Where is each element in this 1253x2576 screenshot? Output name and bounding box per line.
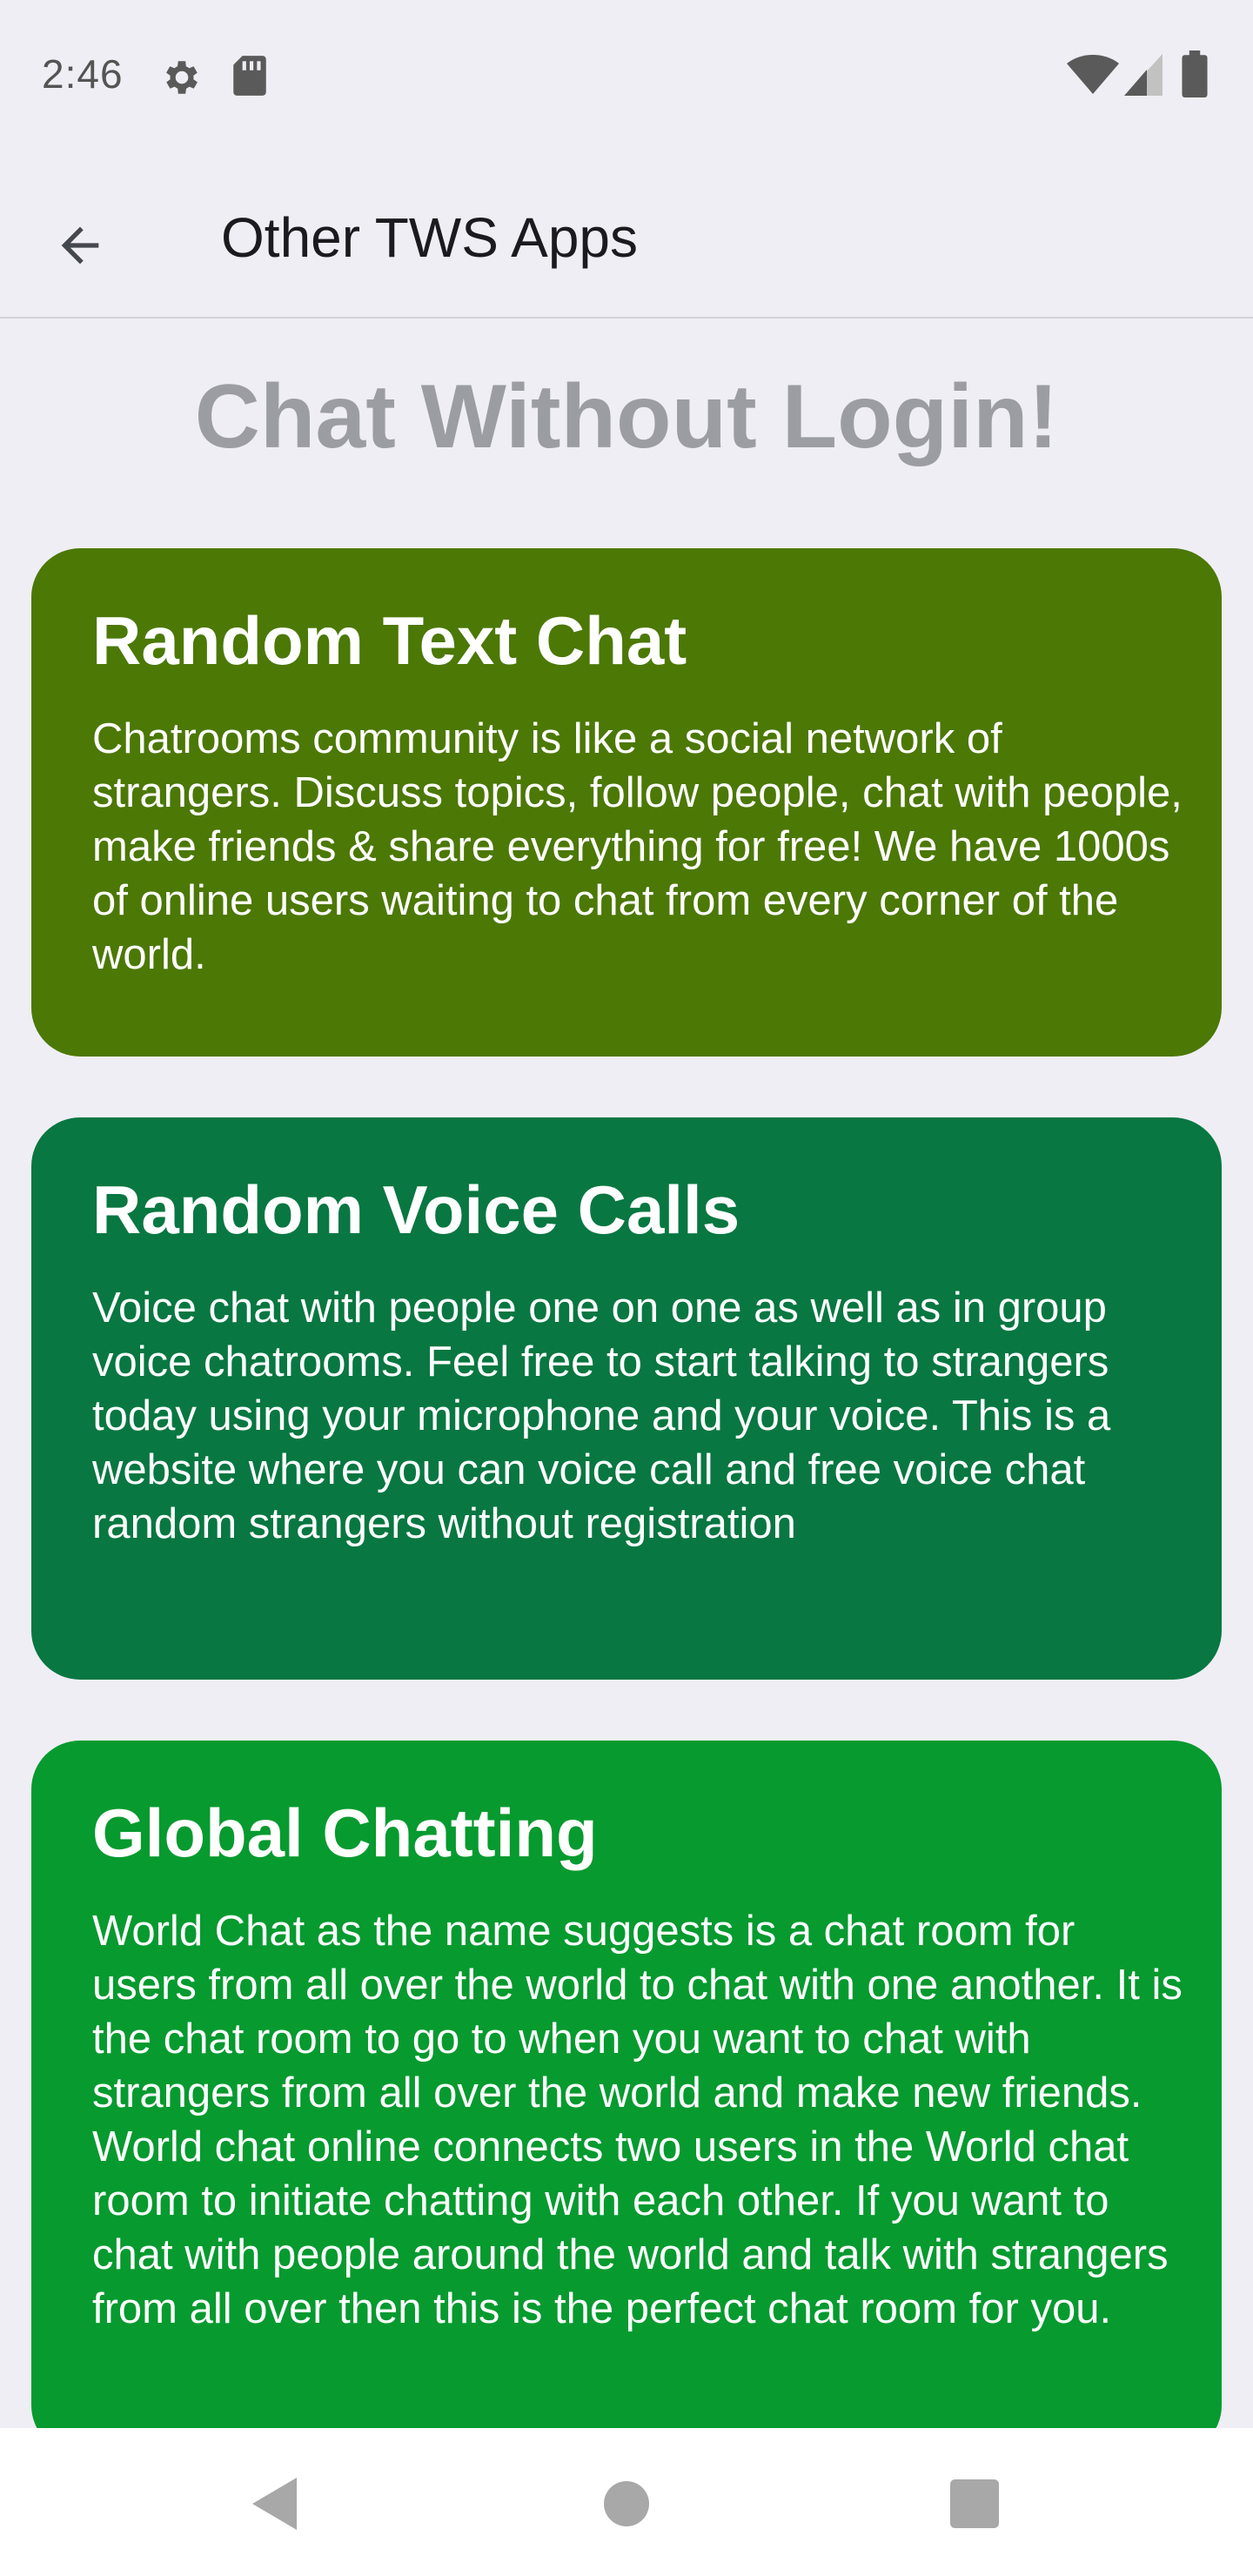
status-time: 2:46 xyxy=(42,51,124,97)
arrow-left-icon xyxy=(61,226,99,265)
card-description: Chatrooms community is like a social net… xyxy=(92,714,1183,978)
card-title: Random Text Chat xyxy=(92,602,687,679)
nav-back-icon xyxy=(252,2478,297,2530)
navigation-bar xyxy=(0,2428,1253,2576)
card-random-voice-calls[interactable]: Random Voice Calls Voice chat with peopl… xyxy=(31,1117,1222,1680)
card-title: Global Chatting xyxy=(92,1794,598,1871)
headline: Chat Without Login! xyxy=(194,366,1059,467)
screen: 2:46 Other TWS Apps Chat Without Login! … xyxy=(0,0,1253,2576)
status-bar: 2:46 xyxy=(0,0,1253,153)
card-title: Random Voice Calls xyxy=(92,1171,740,1248)
card-description: World Chat as the name suggests is a cha… xyxy=(92,1907,1183,2332)
card-random-text-chat[interactable]: Random Text Chat Chatrooms community is … xyxy=(31,548,1222,1057)
card-global-chatting[interactable]: Global Chatting World Chat as the name s… xyxy=(31,1741,1222,2454)
gear-icon xyxy=(166,61,198,94)
nav-recents-button[interactable] xyxy=(935,2465,1014,2543)
nav-back-button[interactable] xyxy=(237,2465,315,2543)
signal-icon xyxy=(1124,54,1163,96)
nav-recents-icon xyxy=(950,2479,999,2528)
nav-home-icon xyxy=(604,2481,649,2526)
back-button[interactable] xyxy=(35,200,125,291)
app-bar-title: Other TWS Apps xyxy=(221,206,638,269)
battery-icon xyxy=(1182,50,1208,97)
wifi-icon xyxy=(1067,55,1119,94)
nav-home-button[interactable] xyxy=(587,2465,666,2543)
sd-card-icon xyxy=(233,56,266,96)
app-bar: Other TWS Apps xyxy=(0,153,1253,319)
card-description: Voice chat with people one on one as wel… xyxy=(92,1284,1111,1547)
